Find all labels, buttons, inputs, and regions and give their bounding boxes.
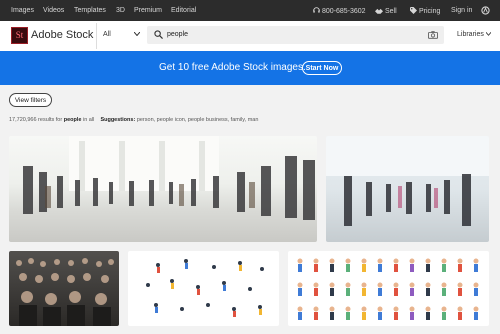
sell-icon bbox=[375, 8, 383, 14]
image-result[interactable] bbox=[288, 251, 489, 326]
adobe-stock-logo[interactable]: St bbox=[11, 27, 28, 44]
results-count: 17,720,966 results for bbox=[9, 117, 63, 123]
nav-templates[interactable]: Templates bbox=[74, 7, 106, 14]
headset-icon bbox=[313, 7, 320, 13]
search-input[interactable]: people bbox=[167, 31, 188, 38]
view-filters-button[interactable]: View filters bbox=[9, 93, 52, 107]
sign-in-link[interactable]: Sign in bbox=[451, 7, 472, 14]
illustrated-characters-grid bbox=[297, 258, 479, 320]
image-result[interactable] bbox=[9, 136, 317, 242]
chevron-down-icon bbox=[485, 32, 492, 36]
results-summary: 17,720,966 results for people in all Sug… bbox=[9, 117, 258, 123]
pricing-label: Pricing bbox=[418, 8, 441, 15]
crowd-walking-photo bbox=[23, 136, 315, 220]
search-box[interactable]: people bbox=[147, 26, 444, 44]
nav-images[interactable]: Images bbox=[11, 7, 34, 14]
promo-text: Get 10 free Adobe Stock images. bbox=[159, 62, 306, 73]
header-divider bbox=[96, 23, 97, 49]
search-icon bbox=[154, 30, 163, 39]
image-result[interactable] bbox=[326, 136, 489, 242]
libraries-menu[interactable]: Libraries bbox=[457, 31, 492, 38]
nav-premium[interactable]: Premium bbox=[134, 7, 162, 14]
business-people-photo bbox=[326, 136, 489, 226]
image-result[interactable] bbox=[9, 251, 119, 326]
brand-name[interactable]: Adobe Stock bbox=[31, 29, 93, 41]
nav-editorial[interactable]: Editorial bbox=[171, 7, 196, 14]
chevron-down-icon[interactable] bbox=[134, 32, 140, 36]
sell-link[interactable]: Sell bbox=[375, 7, 397, 15]
asset-type-select[interactable]: All bbox=[103, 31, 111, 38]
phone-number: 800-685-3602 bbox=[321, 8, 366, 15]
sell-label: Sell bbox=[384, 8, 397, 15]
start-now-button[interactable]: Start Now bbox=[302, 61, 342, 75]
promo-banner: Get 10 free Adobe Stock images. Start No… bbox=[0, 51, 500, 85]
pricing-link[interactable]: Pricing bbox=[410, 7, 440, 15]
results-query: people bbox=[63, 117, 82, 123]
nav-videos[interactable]: Videos bbox=[43, 7, 64, 14]
phone-link[interactable]: 800-685-3602 bbox=[313, 7, 366, 15]
tag-icon bbox=[410, 7, 417, 14]
libraries-label: Libraries bbox=[457, 31, 484, 38]
suggestions-label: Suggestions: bbox=[100, 117, 136, 123]
results-scope: in all bbox=[83, 117, 95, 123]
camera-icon[interactable] bbox=[428, 31, 438, 39]
header: St Adobe Stock All people Libraries bbox=[0, 21, 500, 52]
nav-3d[interactable]: 3D bbox=[116, 7, 125, 14]
apps-icon[interactable] bbox=[481, 6, 490, 15]
crowd-photo bbox=[16, 258, 114, 326]
image-result[interactable] bbox=[128, 251, 279, 326]
top-navigation: Images Videos Templates 3D Premium Edito… bbox=[0, 0, 500, 21]
suggestions-list[interactable]: person, people icon, people business, fa… bbox=[137, 117, 259, 123]
illustrated-people-set bbox=[146, 259, 264, 317]
